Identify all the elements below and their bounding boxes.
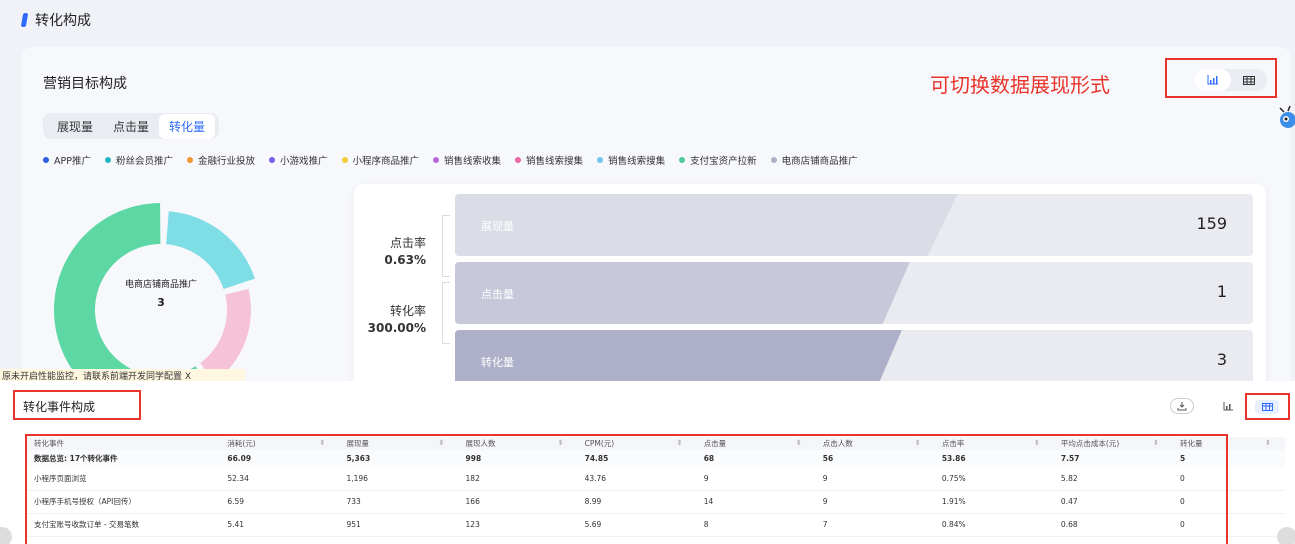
legend-dot-icon [186,157,193,163]
funnel-bar[interactable]: 点击量 1 [455,262,1253,324]
table-grid-icon[interactable] [1231,69,1267,91]
conversion-rate: 转化率 300.00% [364,302,426,335]
legend-item[interactable]: 销售线索搜集 [515,153,583,167]
legend-dot-icon [341,157,348,163]
bar-chart-icon[interactable] [1195,69,1231,91]
funnel-bar[interactable]: 转化量 3 [455,330,1253,387]
funnel-bar-label: 展现量 [481,220,514,233]
legend-dot-icon [597,157,604,163]
legend-label: 小程序商品推广 [352,156,420,167]
legend-item[interactable]: 粉丝会员推广 [104,153,173,167]
funnel-bar-label: 点击量 [481,288,514,301]
donut-chart: 电商店铺商品推广 3 [48,197,274,387]
download-icon[interactable] [1170,398,1194,414]
legend-item[interactable]: 小程序商品推广 [341,153,420,167]
funnel-panel: 点击率 0.63% 转化率 300.00% 展现量 159 点击量 1 转化量 3 [354,184,1266,387]
funnel-bar-fill [455,330,902,387]
legend-dot-icon [104,157,111,163]
card-title: 营销目标构成 [43,76,127,92]
click-rate-label: 点击率 [389,236,426,250]
legend-dot-icon [43,157,49,163]
rate-bracket [442,215,450,277]
view-switch-highlight [1245,393,1290,420]
legend-dot-icon [679,157,686,163]
legend-dot-icon [770,157,777,163]
conversion-event-card: 转化事件构成 转化事件 消耗(元) ⬍ 展现量 ⬍ 展现人数 ⬍ CPM(元) ⬍ 点击量 ⬍ 点击人… [0,381,1295,544]
table-highlight [25,434,1228,544]
chart-legend: APP推广 粉丝会员推广 金融行业投放 小游戏推广 小程序商品推广 销售线索收集 销售线索搜… [43,153,858,167]
donut-center-label: 电商店铺商品推广 [124,280,197,290]
scroll-right-button[interactable] [1277,527,1295,544]
legend-item[interactable]: 小游戏推广 [269,153,328,167]
legend-label: 金融行业投放 [197,156,255,167]
marketing-goal-card: 营销目标构成 可切换数据展现形式 展现量 点击量 转化量 APP推广 粉丝会员推广… [22,47,1290,387]
legend-label: APP推广 [54,156,91,167]
sort-icon[interactable]: ⬍ [1265,438,1271,447]
legend-label: 小游戏推广 [280,156,328,167]
section-header: 转化构成 [20,10,91,30]
legend-item[interactable]: APP推广 [43,153,91,167]
legend-dot-icon [433,157,440,163]
rate-bracket [442,282,450,344]
legend-label: 销售线索搜集 [526,156,584,167]
funnel-bar-value: 1 [1216,282,1227,301]
legend-label: 粉丝会员推广 [115,156,173,167]
bar-chart-icon[interactable] [1216,398,1240,414]
click-rate: 点击率 0.63% [364,234,426,267]
section-marker-icon [20,13,29,27]
legend-label: 销售线索收集 [444,156,502,167]
card-title-highlight: 转化事件构成 [13,390,141,420]
funnel-bar-label: 转化量 [481,356,514,369]
legend-label: 销售线索搜集 [608,156,666,167]
view-switch [1216,398,1240,414]
funnel-bar[interactable]: 展现量 159 [455,194,1253,256]
legend-item[interactable]: 销售线索收集 [433,153,501,167]
card-title: 转化事件构成 [23,400,96,414]
legend-item[interactable]: 金融行业投放 [186,153,255,167]
assistant-mascot-icon[interactable] [1276,102,1295,132]
funnel-bar-fill [455,262,910,324]
tab-clicks[interactable]: 点击量 [103,114,159,139]
legend-item[interactable]: 支付宝资产拉新 [679,153,757,167]
annotation-text: 可切换数据展现形式 [930,73,1110,97]
legend-item[interactable]: 销售线索搜集 [597,153,665,167]
legend-dot-icon [515,157,522,163]
section-title: 转化构成 [35,13,91,29]
table-grid-icon[interactable] [1255,400,1279,414]
donut-center-value: 3 [157,296,165,309]
funnel-bar-value: 3 [1216,350,1227,369]
tab-impressions[interactable]: 展现量 [47,114,103,139]
click-rate-value: 0.63% [384,253,426,267]
funnel-bar-fill [455,194,958,256]
conversion-rate-label: 转化率 [389,304,426,318]
funnel-bar-value: 159 [1196,214,1227,233]
conversion-rate-value: 300.00% [367,321,426,335]
legend-label: 电商店铺商品推广 [781,156,858,167]
view-switch [1195,69,1267,91]
view-switch-highlight [1165,58,1277,98]
metric-tabs: 展现量 点击量 转化量 [43,113,220,139]
donut-center: 电商店铺商品推广 3 [48,277,274,309]
legend-label: 支付宝资产拉新 [690,156,757,167]
legend-dot-icon [269,157,275,163]
legend-item[interactable]: 电商店铺商品推广 [770,153,858,167]
tab-conversions[interactable]: 转化量 [159,113,216,139]
